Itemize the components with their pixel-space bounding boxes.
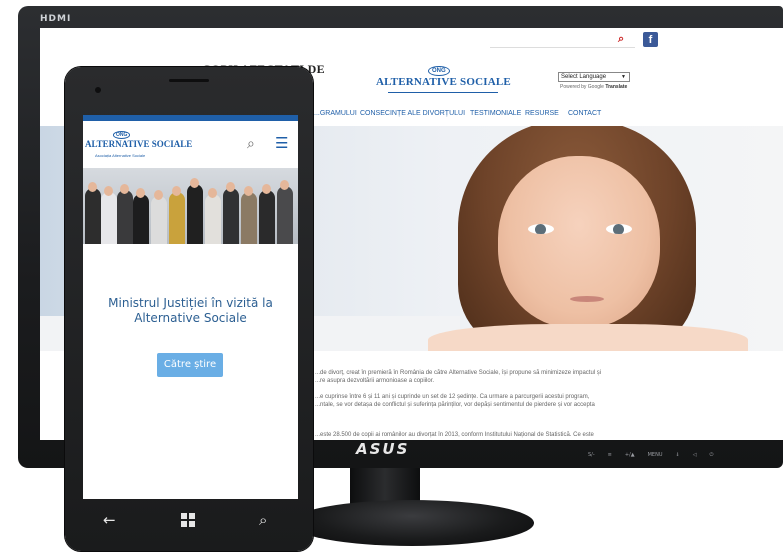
photo-person xyxy=(117,190,133,244)
photo-person xyxy=(259,190,275,244)
mobile-website: ONG ALTERNATIVE SOCIALE Asociația Altern… xyxy=(83,115,298,499)
search-icon[interactable]: ⌕ xyxy=(618,33,624,46)
read-news-button[interactable]: Către știre xyxy=(157,353,223,377)
photo-head xyxy=(280,180,289,190)
hamburger-menu-icon[interactable]: ☰ xyxy=(275,134,288,152)
nav-item-resurse[interactable]: RESURSE xyxy=(525,110,559,117)
photo-person xyxy=(277,186,293,244)
photo-person xyxy=(187,184,203,244)
monitor-control[interactable]: ⏻ xyxy=(710,452,714,458)
photo-person xyxy=(169,192,185,244)
photo-head xyxy=(244,186,253,196)
photo-person xyxy=(223,188,239,244)
hero-mouth xyxy=(570,296,604,302)
search-icon[interactable]: ⌕ xyxy=(247,135,255,152)
monitor-controls: S/- ≡ +/▲ MENU ⇓ ◁ ⏻ xyxy=(588,452,714,458)
mobile-logo[interactable]: ONG ALTERNATIVE SOCIALE Asociația Altern… xyxy=(85,131,205,167)
photo-person xyxy=(151,196,167,244)
intro-line: ...de divorț, creat în premieră în Român… xyxy=(315,370,602,376)
photo-person xyxy=(241,192,257,244)
team-photo xyxy=(83,168,298,244)
ong-badge: ONG xyxy=(428,66,450,76)
hero-eye-right xyxy=(606,224,632,234)
search-input[interactable] xyxy=(490,36,635,48)
news-headline: Ministrul Justiției în vizită la Alterna… xyxy=(108,296,273,325)
photo-person xyxy=(205,194,221,244)
hdmi-label: HDMI xyxy=(40,14,72,24)
hero-eye-left xyxy=(528,224,554,234)
monitor-control[interactable]: +/▲ xyxy=(625,452,635,458)
logo-wordmark: ALTERNATIVE SOCIALE xyxy=(376,76,511,88)
phone-frame: ONG ALTERNATIVE SOCIALE Asociația Altern… xyxy=(65,67,313,551)
phone-soft-keys: ← ⌕ xyxy=(65,499,313,551)
photo-head xyxy=(262,184,271,194)
powered-by-text: Powered by xyxy=(560,84,587,90)
hero-arms xyxy=(428,324,748,351)
photo-head xyxy=(88,182,97,192)
photo-head xyxy=(120,184,129,194)
photo-head xyxy=(172,186,181,196)
search-icon[interactable]: ⌕ xyxy=(259,511,267,529)
powered-by-google-translate[interactable]: Powered by Google Translate xyxy=(560,84,627,90)
photo-person xyxy=(133,194,149,244)
nav-item-contact[interactable]: CONTACT xyxy=(568,110,601,117)
photo-head xyxy=(136,188,145,198)
intro-line: ...e cuprinse între 6 și 11 ani și cupri… xyxy=(315,394,590,400)
monitor-control[interactable]: ⇓ xyxy=(675,452,679,458)
photo-head xyxy=(104,186,113,196)
nav-item-consecinte[interactable]: CONSECINȚE ALE DIVORȚULUI xyxy=(360,110,465,117)
photo-head xyxy=(154,190,163,200)
language-select-value: Select Language xyxy=(561,74,607,80)
facebook-icon[interactable]: f xyxy=(643,32,658,47)
google-text: Google xyxy=(587,84,604,90)
phone-speaker xyxy=(169,79,209,82)
photo-person xyxy=(101,192,117,244)
photo-head xyxy=(208,188,217,198)
monitor-control[interactable]: ≡ xyxy=(608,452,612,458)
intro-line: ...re asupra dezvoltării armonioase a co… xyxy=(315,378,435,384)
ong-badge: ONG xyxy=(113,131,131,139)
logo-tagline: Asociația Alternative Sociale xyxy=(95,153,146,158)
back-arrow-icon[interactable]: ← xyxy=(103,511,116,529)
monitor-stand-base xyxy=(290,500,534,546)
photo-head xyxy=(226,182,235,192)
nav-item-testimoniale[interactable]: TESTIMONIALE xyxy=(470,110,521,117)
translate-text: Translate xyxy=(605,84,628,90)
site-logo[interactable]: ONG ALTERNATIVE SOCIALE xyxy=(376,66,516,96)
hero-image-face xyxy=(498,156,660,328)
intro-line: ...ntale, se vor detașa de conflictul și… xyxy=(315,402,595,408)
monitor-control[interactable]: MENU xyxy=(648,452,663,458)
logo-wordmark: ALTERNATIVE SOCIALE xyxy=(85,139,193,149)
photo-person xyxy=(85,188,101,244)
monitor-control[interactable]: S/- xyxy=(588,452,595,458)
windows-start-icon[interactable] xyxy=(181,513,195,527)
chevron-down-icon: ▼ xyxy=(621,74,626,80)
nav-item-program[interactable]: ...GRAMULUI xyxy=(314,110,357,117)
news-slide: Ministrul Justiției în vizită la Alterna… xyxy=(83,244,298,499)
language-select[interactable]: Select Language ▼ xyxy=(558,72,630,82)
mobile-header: ONG ALTERNATIVE SOCIALE Asociația Altern… xyxy=(83,115,298,168)
top-bar: ⌕ f xyxy=(40,28,783,52)
monitor-control[interactable]: ◁ xyxy=(693,452,697,458)
asus-logo: ASUS xyxy=(356,440,410,458)
phone-camera xyxy=(95,87,101,93)
intro-line: ...este 28.500 de copii ai românilor au … xyxy=(315,432,594,438)
logo-underline xyxy=(388,92,498,93)
photo-head xyxy=(190,178,199,188)
